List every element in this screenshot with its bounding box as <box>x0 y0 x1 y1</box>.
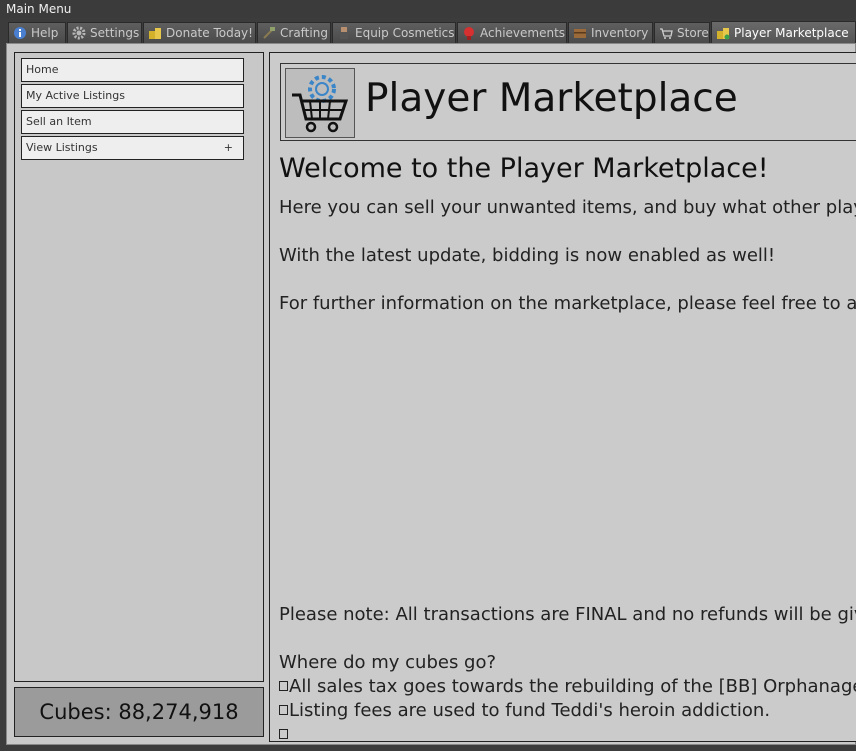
sidebar-item-label: Sell an Item <box>26 115 92 128</box>
refund-note: Please note: All transactions are FINAL … <box>279 604 856 625</box>
sidebar-item-label: Home <box>26 63 59 76</box>
paragraph-text: With the latest update, bidding is now e… <box>279 245 776 266</box>
tab-crafting[interactable]: Crafting <box>257 22 331 43</box>
tab-player-marketplace[interactable]: Player Marketplace <box>711 21 856 43</box>
tab-label: Help <box>31 26 59 40</box>
gear-icon <box>72 26 86 40</box>
paragraph-text: Here you can sell your unwanted items, a… <box>279 197 856 218</box>
tab-inventory[interactable]: Inventory <box>568 22 653 43</box>
tab-equip-cosmetics[interactable]: Equip Cosmetics <box>332 22 456 43</box>
expand-icon[interactable]: + <box>224 137 233 159</box>
tab-settings[interactable]: Settings <box>67 22 142 43</box>
bullet-text: All sales tax goes towards the rebuildin… <box>289 676 856 697</box>
bullet-icon <box>279 729 288 739</box>
chest-icon <box>574 29 586 38</box>
tab-label: Store <box>677 26 709 40</box>
tab-label: Player Marketplace <box>734 25 849 40</box>
bullet-item: All sales tax goes towards the rebuildin… <box>279 676 856 697</box>
tab-label: Settings <box>90 26 140 40</box>
tab-achievements[interactable]: Achievements <box>457 22 567 43</box>
marketplace-header: Player Marketplace <box>280 63 856 141</box>
bullet-icon <box>279 681 288 691</box>
sidebar-item-sell-an-item[interactable]: Sell an Item <box>21 110 244 134</box>
tab-label: Inventory <box>591 26 649 40</box>
cart-icon <box>660 28 673 39</box>
coins-icon <box>717 27 730 39</box>
paragraph-text: For further information on the marketpla… <box>279 293 856 314</box>
intro-paragraph: Here you can sell your unwanted items, a… <box>279 197 856 218</box>
cubes-heading: Where do my cubes go? <box>279 652 497 673</box>
tab-store[interactable]: Store <box>654 22 710 43</box>
sidebar: Home My Active Listings Sell an Item Vie… <box>14 52 264 682</box>
bidding-paragraph: With the latest update, bidding is now e… <box>279 245 775 266</box>
tab-label: Donate Today! <box>166 26 253 40</box>
cubes-balance: Cubes: 88,274,918 <box>14 687 264 737</box>
tab-label: Achievements <box>480 26 566 40</box>
tab-help[interactable]: Help <box>8 22 66 43</box>
tab-donate[interactable]: Donate Today! <box>143 22 256 43</box>
ribbon-icon <box>464 27 474 40</box>
hammer-icon <box>263 27 275 39</box>
info-paragraph: For further information on the marketpla… <box>279 293 856 314</box>
bullet-icon <box>279 705 288 715</box>
marketplace-panel: Player Marketplace Welcome to the Player… <box>269 52 856 742</box>
marketplace-logo <box>285 68 355 138</box>
info-icon <box>14 27 26 39</box>
cart-gear-icon <box>292 75 349 133</box>
bullet-text: Listing fees are used to fund Teddi's he… <box>289 700 771 721</box>
tab-bar: Help Settings Donate Today! Crafting Equ… <box>0 21 856 43</box>
window-title: Main Menu <box>0 0 856 18</box>
coins-icon <box>149 28 161 39</box>
sidebar-item-label: View Listings <box>26 141 98 154</box>
tab-label: Crafting <box>280 26 328 40</box>
sidebar-item-home[interactable]: Home <box>21 58 244 82</box>
page-title: Player Marketplace <box>365 76 738 121</box>
welcome-heading: Welcome to the Player Marketplace! <box>279 153 769 184</box>
bullet-item: Listing fees are used to fund Teddi's he… <box>279 700 770 721</box>
empty-bullet <box>279 724 289 741</box>
sidebar-item-my-active-listings[interactable]: My Active Listings <box>21 84 244 108</box>
tab-label: Equip Cosmetics <box>355 26 455 40</box>
character-icon <box>340 27 348 39</box>
sidebar-item-view-listings[interactable]: View Listings + <box>21 136 244 160</box>
sidebar-item-label: My Active Listings <box>26 89 125 102</box>
